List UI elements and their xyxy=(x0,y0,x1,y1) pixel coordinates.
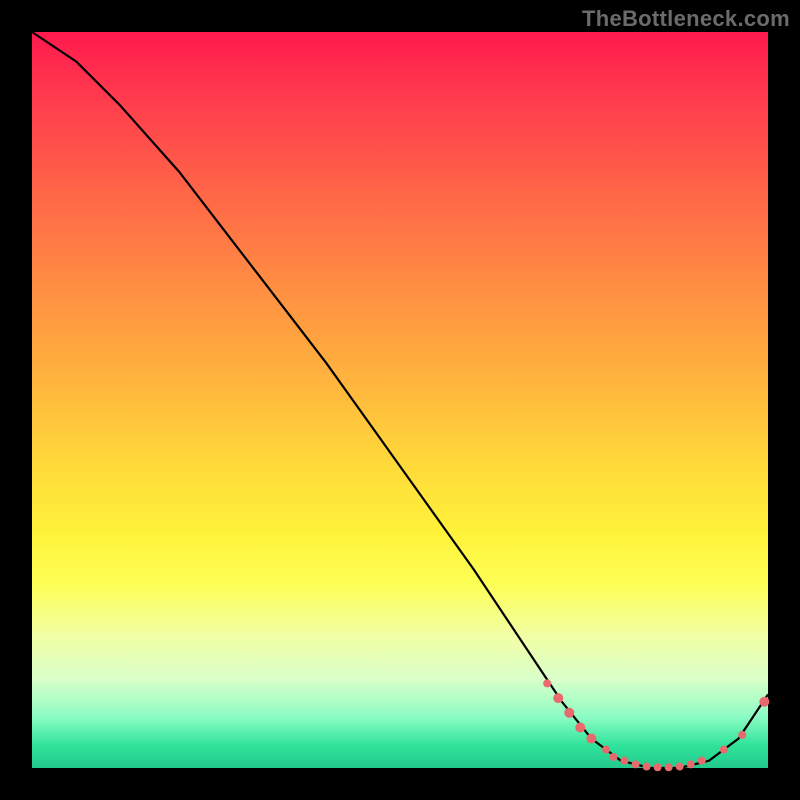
curve-marker xyxy=(759,697,769,707)
plot-area xyxy=(32,32,768,768)
curve-marker xyxy=(687,760,695,768)
curve-markers xyxy=(543,679,769,771)
curve-marker xyxy=(720,746,728,754)
curve-marker xyxy=(602,746,610,754)
curve-marker xyxy=(632,760,640,768)
curve-marker xyxy=(543,679,551,687)
curve-marker xyxy=(654,763,662,771)
curve-marker xyxy=(643,763,651,771)
curve-marker xyxy=(564,708,574,718)
curve-marker xyxy=(620,757,628,765)
curve-line xyxy=(32,32,768,768)
curve-marker xyxy=(609,753,617,761)
chart-container: TheBottleneck.com xyxy=(0,0,800,800)
curve-marker xyxy=(665,763,673,771)
curve-marker xyxy=(586,734,596,744)
curve-marker xyxy=(575,723,585,733)
attribution-label: TheBottleneck.com xyxy=(582,6,790,32)
curve-marker xyxy=(698,757,706,765)
curve-marker xyxy=(738,731,746,739)
chart-svg xyxy=(32,32,768,768)
curve-marker xyxy=(676,763,684,771)
curve-marker xyxy=(553,693,563,703)
